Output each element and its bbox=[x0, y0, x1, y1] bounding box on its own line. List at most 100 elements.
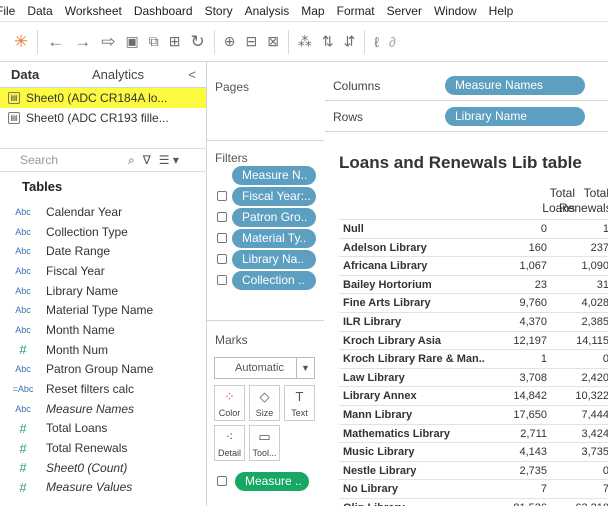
table-row[interactable]: Adelson Library 160 237 bbox=[339, 237, 608, 257]
menu-item-server[interactable]: Server bbox=[387, 4, 422, 18]
table-row[interactable]: Law Library 3,708 2,420 bbox=[339, 367, 608, 387]
filter-icon[interactable]: ∇ bbox=[143, 153, 151, 167]
table-row[interactable]: Kroch Library Rare & Man.. 1 0 bbox=[339, 349, 608, 368]
menu-item-dashboard[interactable]: Dashboard bbox=[134, 4, 193, 18]
filter-pill[interactable]: Measure N.. bbox=[232, 166, 316, 185]
field-item[interactable]: Abc Material Type Name bbox=[0, 300, 207, 320]
field-item[interactable]: Abc Library Name bbox=[0, 281, 207, 301]
search-icon[interactable]: ⌕ bbox=[128, 153, 135, 168]
table-row[interactable]: Music Library 4,143 3,735 bbox=[339, 442, 608, 461]
detail-icon: ⁖ bbox=[225, 429, 234, 444]
back-arrow-icon[interactable]: ← bbox=[47, 32, 64, 52]
table-row[interactable]: Null 0 1 bbox=[339, 219, 608, 238]
filter-pill[interactable]: Collection .. bbox=[232, 271, 316, 290]
tab-data[interactable]: Data bbox=[0, 67, 70, 82]
table-row[interactable]: Fine Arts Library 9,760 4,028 bbox=[339, 293, 608, 312]
tableau-logo-icon[interactable]: ✳ bbox=[14, 32, 28, 52]
table-row[interactable]: No Library 7 7 bbox=[339, 479, 608, 498]
field-item[interactable]: # Month Num bbox=[0, 340, 207, 360]
table-row[interactable]: Africana Library 1,067 1,090 bbox=[339, 256, 608, 275]
field-item[interactable]: # Measure Values bbox=[0, 478, 207, 498]
rows-pill[interactable]: Library Name bbox=[445, 107, 585, 126]
new-datasource-icon[interactable]: ⧉ bbox=[149, 33, 159, 50]
row-label: Mathematics Library bbox=[343, 427, 450, 440]
columns-shelf: Columns Measure Names bbox=[325, 71, 608, 101]
menu-item-story[interactable]: Story bbox=[205, 4, 233, 18]
filter-pill[interactable]: Fiscal Year:.. bbox=[232, 187, 316, 206]
menu-bar: File Data Worksheet Dashboard Story Analysis M… bbox=[0, 0, 608, 22]
filter-pill[interactable]: Library Na.. bbox=[232, 250, 316, 269]
field-item[interactable]: Abc Patron Group Name bbox=[0, 360, 207, 380]
menu-item-analysis[interactable]: Analysis bbox=[245, 4, 290, 18]
field-item[interactable]: Abc Date Range bbox=[0, 241, 207, 261]
sort-icon[interactable]: ⊟ bbox=[245, 33, 257, 50]
renewals-value: 0 bbox=[602, 353, 608, 366]
group-icon[interactable]: ⁂ bbox=[298, 33, 312, 50]
renewals-value: 1,090 bbox=[581, 260, 608, 273]
field-type-icon: Abc bbox=[15, 285, 31, 296]
marks-measure-pill[interactable]: Measure .. bbox=[235, 472, 309, 491]
field-type-icon: Abc bbox=[15, 364, 31, 375]
table-row[interactable]: Bailey Hortorium 23 31 bbox=[339, 274, 608, 294]
text-button[interactable]: T Text bbox=[284, 385, 315, 421]
new-sheet-icon[interactable]: ⊞ bbox=[169, 33, 181, 50]
tableau-window: { "menu":["File","Data","Worksheet","Das… bbox=[0, 0, 608, 506]
table-row[interactable]: Nestle Library 2,735 0 bbox=[339, 460, 608, 480]
sort-desc-icon[interactable]: ⇵ bbox=[344, 33, 356, 50]
row-label: Music Library bbox=[343, 446, 415, 459]
column-header-renewals[interactable]: Total Renewals bbox=[559, 186, 608, 216]
detail-button[interactable]: ⁖ Detail bbox=[214, 425, 245, 461]
field-item[interactable]: Abc Month Name bbox=[0, 320, 207, 340]
tab-analytics[interactable]: Analytics bbox=[70, 67, 144, 82]
table-row[interactable]: ILR Library 4,370 2,385 bbox=[339, 311, 608, 331]
collapse-pane-button[interactable]: < bbox=[188, 67, 196, 82]
menu-item-format[interactable]: Format bbox=[337, 4, 375, 18]
forward-arrow-icon[interactable]: → bbox=[74, 32, 91, 52]
field-item[interactable]: Abc Calendar Year bbox=[0, 202, 207, 222]
clear-icon[interactable]: ⊠ bbox=[267, 33, 279, 50]
refresh-icon[interactable]: ↻ bbox=[190, 32, 204, 52]
menu-item-help[interactable]: Help bbox=[489, 4, 514, 18]
loans-value: 2,711 bbox=[520, 427, 547, 440]
mark-type-dropdown[interactable]: Automatic ▼ bbox=[214, 357, 315, 379]
field-item[interactable]: # Total Loans bbox=[0, 419, 207, 439]
save-icon[interactable]: ▣ bbox=[126, 33, 139, 50]
swap-icon[interactable]: ⊕ bbox=[224, 33, 236, 50]
highlight-icon[interactable]: ℓ bbox=[374, 34, 379, 50]
table-row[interactable]: Kroch Library Asia 12,197 14,115 bbox=[339, 330, 608, 350]
rows-label: Rows bbox=[333, 110, 364, 124]
view-list-icon[interactable]: ☰ ▾ bbox=[159, 153, 179, 167]
filter-pill[interactable]: Material Ty.. bbox=[232, 229, 316, 248]
field-name: Collection Type bbox=[46, 224, 128, 239]
field-type-icon: =Abc bbox=[12, 384, 34, 395]
field-item[interactable]: Abc Measure Names bbox=[0, 399, 207, 419]
color-button[interactable]: ⁘ Color bbox=[214, 385, 245, 421]
tooltip-button[interactable]: ▭ Tool... bbox=[249, 425, 280, 461]
menu-item-worksheet[interactable]: Worksheet bbox=[65, 4, 122, 18]
columns-pill[interactable]: Measure Names bbox=[445, 76, 585, 95]
search-input[interactable]: Search bbox=[0, 153, 120, 167]
menu-item-window[interactable]: Window bbox=[434, 4, 477, 18]
field-item[interactable]: =Abc Reset filters calc bbox=[0, 379, 207, 399]
datasource-item[interactable]: ▤ Sheet0 (ADC CR193 fille... bbox=[0, 108, 206, 128]
attach-icon[interactable]: ∂ bbox=[389, 34, 396, 50]
table-row[interactable]: Mathematics Library 2,711 3,424 bbox=[339, 423, 608, 443]
field-item[interactable]: Abc Fiscal Year bbox=[0, 261, 207, 281]
renewals-value: 14,115 bbox=[576, 334, 608, 347]
size-button[interactable]: ◇ Size bbox=[249, 385, 280, 421]
table-row[interactable]: Library Annex 14,842 10,322 bbox=[339, 386, 608, 405]
field-item[interactable]: # Sheet0 (Count) bbox=[0, 458, 207, 478]
table-row[interactable]: Mann Library 17,650 7,444 bbox=[339, 404, 608, 424]
menu-item-file[interactable]: File bbox=[0, 4, 15, 18]
chevron-down-icon[interactable]: ▼ bbox=[296, 358, 314, 378]
datasource-label: Sheet0 (ADC CR193 fille... bbox=[26, 111, 169, 125]
field-item[interactable]: # Total Renewals bbox=[0, 438, 207, 458]
field-item[interactable]: Abc Collection Type bbox=[0, 222, 207, 242]
datasource-item-active[interactable]: ▤ Sheet0 (ADC CR184A lo... bbox=[0, 88, 206, 108]
sort-asc-icon[interactable]: ⇅ bbox=[322, 33, 334, 50]
redo-icon[interactable]: ⇨ bbox=[101, 32, 115, 52]
table-row[interactable]: Olin Library 81,526 63,210 bbox=[339, 497, 608, 506]
menu-item-map[interactable]: Map bbox=[301, 4, 324, 18]
filter-pill[interactable]: Patron Gro.. bbox=[232, 208, 316, 227]
menu-item-data[interactable]: Data bbox=[27, 4, 52, 18]
